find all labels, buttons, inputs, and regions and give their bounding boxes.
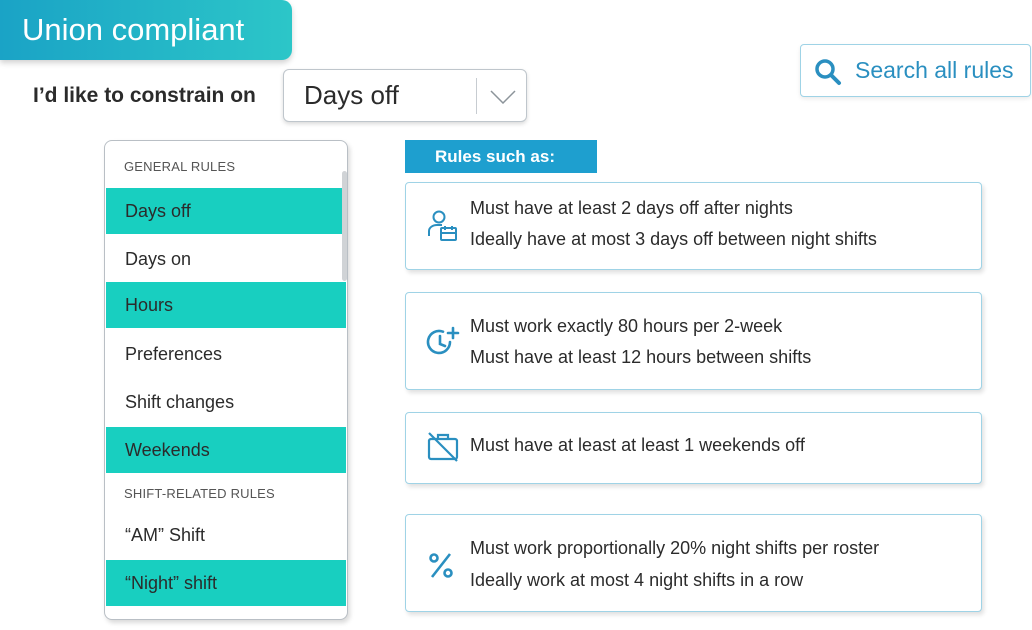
person-calendar-icon — [426, 209, 460, 248]
constraint-select[interactable]: Days off — [283, 69, 527, 122]
rule-line: Must have at least 2 days off after nigh… — [470, 198, 793, 218]
rules-such-as-heading: Rules such as: — [405, 140, 597, 173]
select-divider — [476, 78, 477, 114]
general-rules-heading: GENERAL RULES — [124, 159, 236, 174]
search-icon — [814, 58, 842, 91]
list-item-am-shift[interactable]: “AM” Shift — [106, 512, 346, 558]
clock-plus-icon — [426, 325, 460, 364]
rule-line: Must have at least 12 hours between shif… — [470, 347, 812, 367]
list-item-days-on[interactable]: Days on — [106, 236, 346, 282]
list-item-preferences[interactable]: Preferences — [106, 331, 346, 377]
rule-line: Must work exactly 80 hours per 2-week — [470, 316, 783, 336]
rule-card-night-shift: Must work proportionally 20% night shift… — [405, 514, 982, 612]
rule-card-weekends: Must have at least at least 1 weekends o… — [405, 412, 982, 484]
briefcase-off-icon — [426, 430, 460, 469]
rule-card-hours: Must work exactly 80 hours per 2-week Mu… — [405, 292, 982, 390]
chevron-down-icon[interactable] — [490, 90, 516, 109]
list-item-hours[interactable]: Hours — [106, 282, 346, 328]
rule-line: Ideally work at most 4 night shifts in a… — [470, 570, 804, 590]
rule-line: Must have at least at least 1 weekends o… — [470, 435, 805, 455]
shift-related-rules-heading: SHIFT-RELATED RULES — [124, 486, 275, 501]
list-item-days-off[interactable]: Days off — [106, 188, 346, 234]
list-item-weekends[interactable]: Weekends — [106, 427, 346, 473]
rule-card-days-off: Must have at least 2 days off after nigh… — [405, 182, 982, 270]
list-item-night-shift[interactable]: “Night” shift — [106, 560, 346, 606]
rule-category-list[interactable]: GENERAL RULES Days off Days on Hours Pre… — [104, 140, 348, 620]
list-scrollbar[interactable] — [342, 171, 347, 281]
search-all-rules-label: Search all rules — [855, 57, 1014, 83]
rule-line: Must work proportionally 20% night shift… — [470, 538, 880, 558]
percent-icon — [426, 549, 458, 586]
search-all-rules-button[interactable]: Search all rules — [800, 44, 1031, 97]
constrain-label: I’d like to constrain on — [33, 84, 256, 107]
union-compliant-badge: Union compliant — [0, 0, 292, 60]
rule-line: Ideally have at most 3 days off between … — [470, 229, 877, 249]
list-item-shift-changes[interactable]: Shift changes — [106, 379, 346, 425]
constraint-select-value: Days off — [304, 80, 399, 110]
